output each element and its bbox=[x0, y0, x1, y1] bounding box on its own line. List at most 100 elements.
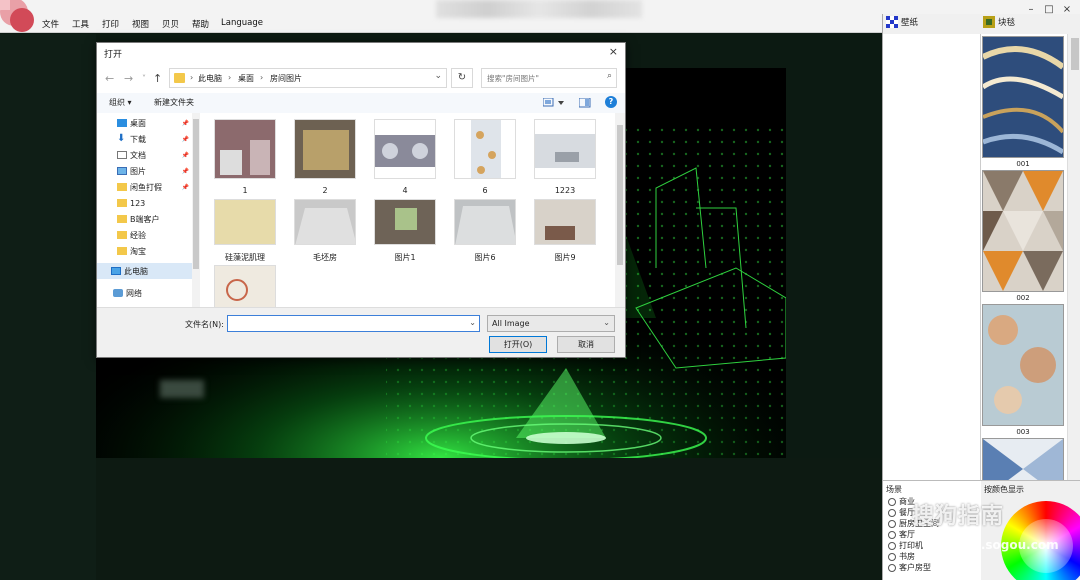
nav-pane-scroll-thumb[interactable] bbox=[193, 119, 199, 269]
chevron-down-icon[interactable]: ⌄ bbox=[603, 318, 610, 327]
address-bar[interactable]: › 此电脑 › 桌面 › 房间图片 ⌄ bbox=[169, 68, 447, 88]
swatch-001-label: 001 bbox=[1016, 160, 1030, 168]
swatch-002[interactable] bbox=[982, 170, 1064, 292]
file-item[interactable]: 6 bbox=[447, 119, 523, 195]
breadcrumb-this-pc[interactable]: 此电脑 bbox=[198, 73, 222, 84]
pin-icon: 📌 bbox=[181, 183, 189, 191]
nav-item-folder[interactable]: 123 bbox=[101, 195, 193, 211]
tab-carpet[interactable]: 块毯 bbox=[983, 16, 1015, 28]
scene-option-label: 书房 bbox=[899, 552, 915, 561]
wallpaper-icon bbox=[886, 16, 898, 28]
breadcrumb-room-images[interactable]: 房间图片 bbox=[270, 73, 302, 84]
help-icon[interactable]: ? bbox=[605, 96, 617, 108]
menu-help[interactable]: 帮助 bbox=[192, 18, 209, 30]
tab-wallpaper[interactable]: 壁纸 bbox=[886, 16, 918, 28]
search-box[interactable]: 搜索"房间图片" ⌕ bbox=[481, 68, 617, 88]
menu-file[interactable]: 文件 bbox=[42, 18, 59, 30]
dialog-close-button[interactable]: × bbox=[609, 45, 618, 58]
filename-input[interactable]: ⌄ bbox=[227, 315, 480, 332]
swatch-003[interactable] bbox=[982, 304, 1064, 426]
preview-pane-icon[interactable] bbox=[579, 98, 591, 108]
left-workspace bbox=[0, 34, 96, 580]
file-item[interactable]: 1 bbox=[207, 119, 283, 195]
file-item[interactable]: 2 bbox=[287, 119, 363, 195]
refresh-icon[interactable]: ↻ bbox=[451, 68, 473, 88]
menu-beibei[interactable]: 贝贝 bbox=[162, 18, 179, 30]
breadcrumb-separator: › bbox=[260, 73, 264, 82]
file-item[interactable]: 硅藻泥肌理 bbox=[207, 199, 283, 263]
breadcrumb-desktop[interactable]: 桌面 bbox=[238, 73, 254, 84]
cancel-button[interactable]: 取消 bbox=[557, 336, 615, 353]
open-button[interactable]: 打开(O) bbox=[489, 336, 547, 353]
watermark-url: zhinan.sogou.com bbox=[936, 538, 1059, 552]
nav-item-this-pc[interactable]: 此电脑 bbox=[97, 263, 193, 279]
room-picture6-thumbnail-image bbox=[454, 199, 517, 246]
nav-pane-scrollbar[interactable] bbox=[192, 113, 200, 307]
sketch-thumbnail-image bbox=[214, 265, 277, 307]
computer-icon bbox=[111, 267, 121, 275]
nav-item-downloads[interactable]: ⬇ 下载 📌 bbox=[101, 131, 193, 147]
new-folder-button[interactable]: 新建文件夹 bbox=[154, 97, 194, 108]
filetype-select[interactable]: All Image ⌄ bbox=[487, 315, 615, 332]
radio-icon[interactable] bbox=[888, 563, 896, 572]
scene-option[interactable]: 客户房型 bbox=[888, 562, 931, 573]
document-icon bbox=[117, 151, 127, 159]
scene-option[interactable]: 书房 bbox=[888, 551, 915, 562]
tab-carpet-label: 块毯 bbox=[998, 18, 1016, 28]
nav-item-folder[interactable]: 闲鱼打假 📌 bbox=[101, 179, 193, 195]
swatch-scroll-thumb[interactable] bbox=[1071, 38, 1079, 70]
category-list[interactable] bbox=[883, 34, 981, 480]
menu-language[interactable]: Language bbox=[221, 18, 263, 28]
recent-chevron-icon[interactable]: ˅ bbox=[142, 74, 146, 83]
blurred-overlay bbox=[160, 380, 204, 398]
file-item[interactable]: 图片1 bbox=[367, 199, 443, 263]
swatch-002-label: 002 bbox=[1016, 294, 1030, 302]
file-name: 4 bbox=[402, 186, 408, 195]
radio-icon[interactable] bbox=[888, 530, 896, 539]
menu-tools[interactable]: 工具 bbox=[72, 18, 89, 30]
swatch-scrollbar[interactable] bbox=[1067, 34, 1080, 480]
file-item[interactable]: 4 bbox=[367, 119, 443, 195]
radio-icon[interactable] bbox=[888, 497, 896, 506]
file-item[interactable] bbox=[207, 265, 283, 307]
radio-icon[interactable] bbox=[888, 519, 896, 528]
nav-item-network[interactable]: 网络 bbox=[101, 285, 193, 301]
radio-icon[interactable] bbox=[888, 541, 896, 550]
swatch-list[interactable]: 001 002 003 bbox=[981, 34, 1067, 480]
menu-view[interactable]: 视图 bbox=[132, 18, 149, 30]
file-item[interactable]: 1223 bbox=[527, 119, 603, 195]
nav-item-pictures[interactable]: 图片 📌 bbox=[101, 163, 193, 179]
scene-option[interactable]: 商业 bbox=[888, 496, 915, 507]
back-arrow-icon[interactable]: ← bbox=[105, 72, 114, 85]
organize-button[interactable]: 组织 ▾ bbox=[109, 97, 132, 108]
file-grid-scroll-thumb[interactable] bbox=[617, 125, 623, 265]
file-item[interactable]: 图片9 bbox=[527, 199, 603, 263]
file-grid-scrollbar[interactable] bbox=[615, 113, 625, 307]
scene-option[interactable]: 客厅 bbox=[888, 529, 915, 540]
swatch-004[interactable] bbox=[982, 438, 1064, 480]
scene-option[interactable]: 打印机 bbox=[888, 540, 923, 551]
radio-icon[interactable] bbox=[888, 552, 896, 561]
file-item[interactable]: 图片6 bbox=[447, 199, 523, 263]
nav-item-folder[interactable]: B端客户 bbox=[101, 211, 193, 227]
nav-item-folder[interactable]: 淘宝 bbox=[101, 243, 193, 259]
nav-item-label: 下载 bbox=[130, 134, 146, 144]
chevron-down-icon[interactable]: ⌄ bbox=[469, 318, 476, 327]
nav-item-documents[interactable]: 文档 📌 bbox=[101, 147, 193, 163]
scene-option[interactable]: 餐厅 bbox=[888, 507, 915, 518]
up-arrow-icon[interactable]: ↑ bbox=[153, 72, 162, 85]
swatch-001[interactable] bbox=[981, 36, 1065, 158]
file-item[interactable]: 毛坯房 bbox=[287, 199, 363, 263]
folder-icon bbox=[174, 73, 185, 83]
distressed-swatch-image bbox=[983, 305, 1063, 425]
view-options-icon[interactable] bbox=[543, 98, 565, 108]
file-name: 图片9 bbox=[554, 253, 576, 262]
nav-item-desktop[interactable]: 桌面 📌 bbox=[101, 115, 193, 131]
menu-print[interactable]: 打印 bbox=[102, 18, 119, 30]
nav-item-folder[interactable]: 经验 bbox=[101, 227, 193, 243]
file-name: 图片1 bbox=[394, 253, 416, 262]
forward-arrow-icon[interactable]: → bbox=[124, 72, 133, 85]
nav-item-label: 网络 bbox=[126, 288, 142, 298]
address-dropdown-icon[interactable]: ⌄ bbox=[434, 71, 442, 81]
radio-icon[interactable] bbox=[888, 508, 896, 517]
